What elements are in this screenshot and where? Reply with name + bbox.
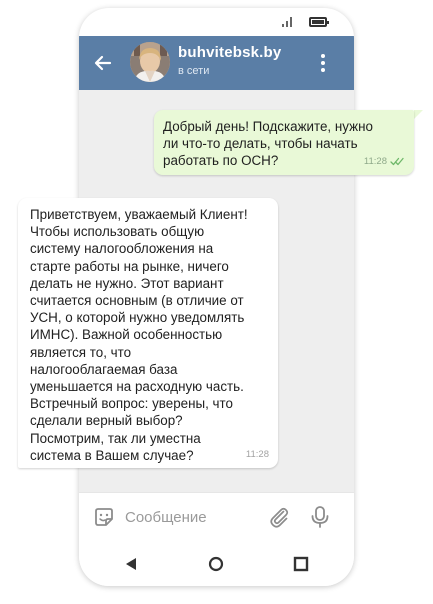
message-text-line: налогооблагаемая база bbox=[30, 361, 178, 377]
message-time: 11:28 bbox=[245, 448, 269, 460]
system-nav-bar bbox=[79, 540, 354, 586]
message-text-line: ИМНС). Важной особенностью bbox=[30, 327, 223, 343]
message-text-line: ли что-то делать, чтобы начать bbox=[163, 136, 358, 152]
status-bar bbox=[79, 8, 354, 36]
chat-title: buhvitebsk.by bbox=[178, 44, 282, 61]
square-recent-icon[interactable] bbox=[293, 556, 309, 572]
avatar-photo bbox=[130, 42, 170, 82]
message-text-line: делать не нужно. Этот вариант bbox=[30, 275, 224, 291]
message-text-line: систему налогообложения на bbox=[30, 241, 214, 257]
online-status: в сети bbox=[178, 65, 210, 77]
message-time: 11:28 bbox=[363, 155, 387, 167]
triangle-back-icon[interactable] bbox=[123, 556, 139, 572]
message-text-line: Чтобы использовать общую bbox=[30, 224, 205, 240]
message-composer bbox=[79, 492, 354, 540]
message-text-line: Приветствуем, уважаемый Клиент! bbox=[30, 207, 248, 222]
sticker-icon[interactable] bbox=[93, 506, 115, 528]
avatar[interactable] bbox=[130, 42, 170, 82]
message-input[interactable] bbox=[125, 505, 265, 529]
battery-icon bbox=[309, 17, 329, 27]
chat-header: buhvitebsk.by в сети bbox=[79, 36, 354, 90]
message-text-line: уменьшается на расходную часть. bbox=[30, 379, 244, 395]
signal-icon bbox=[282, 17, 292, 27]
message-text-line: является то, что bbox=[30, 344, 132, 360]
incoming-bubble-tail bbox=[9, 459, 18, 468]
message-text-line: система в Вашем случае? bbox=[30, 447, 194, 463]
microphone-icon[interactable] bbox=[309, 505, 331, 529]
outgoing-message[interactable]: Добрый день! Подскажите, нужно ли что-то… bbox=[154, 110, 414, 175]
message-meta: 11:28 bbox=[364, 153, 404, 170]
message-text-line: сделали верный выбор? bbox=[30, 413, 183, 429]
more-vertical-icon[interactable] bbox=[317, 51, 329, 75]
double-check-icon bbox=[390, 157, 404, 166]
circle-home-icon[interactable] bbox=[208, 556, 224, 572]
message-text-line: Добрый день! Подскажите, нужно bbox=[163, 119, 373, 134]
message-text-line: Встречный вопрос: уверены, что bbox=[30, 396, 233, 412]
arrow-left-icon[interactable] bbox=[93, 53, 113, 73]
message-text-line: старте работы на рынке, ничего bbox=[30, 258, 229, 274]
paperclip-icon[interactable] bbox=[267, 505, 291, 529]
message-text-line: УСН, о которой нужно уведомлять bbox=[30, 310, 245, 326]
outgoing-bubble-tail bbox=[414, 110, 423, 119]
incoming-message[interactable]: Приветствуем, уважаемый Клиент! Чтобы ис… bbox=[18, 198, 278, 468]
message-text-line: Посмотрим, так ли уместна bbox=[30, 430, 201, 446]
message-text-line: считается основным (в отличие от bbox=[30, 293, 244, 309]
message-meta: 11:28 bbox=[246, 446, 269, 463]
